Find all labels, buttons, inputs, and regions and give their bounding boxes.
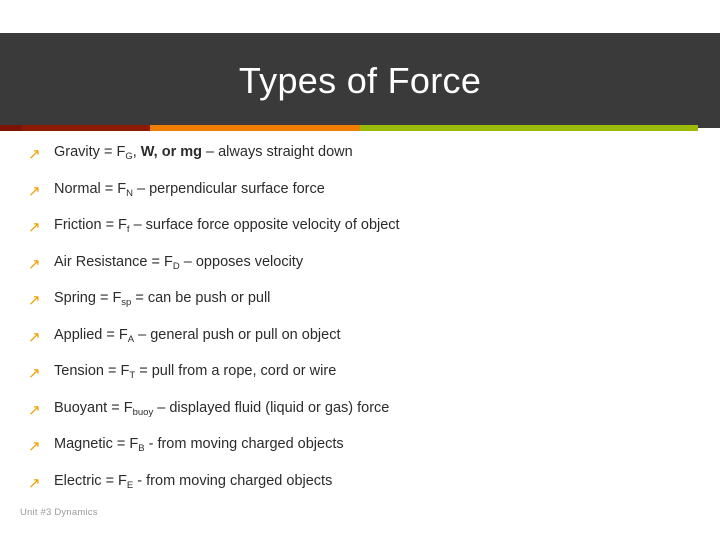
bullet-item-buoyant: ↗ Buoyant = Fbuoy – displayed fluid (liqu… — [28, 398, 692, 435]
bullet-item-label: Normal = FN – perpendicular surface forc… — [54, 180, 325, 199]
bullet-item-label: Applied = FA – general push or pull on o… — [54, 326, 341, 345]
bullet-item-spring: ↗ Spring = Fsp = can be push or pull — [28, 288, 692, 325]
bullet-item-label: Friction = Ff – surface force opposite v… — [54, 217, 400, 235]
arrow-bullet-icon: ↗ — [28, 327, 41, 346]
slide-footer: Unit #3 Dynamics — [20, 507, 98, 518]
bullet-item-label: Air Resistance = FD – opposes velocity — [54, 253, 304, 272]
bullet-item-label: Magnetic = FB - from moving charged obje… — [54, 436, 344, 454]
bullet-item-label: Gravity = FG, W, or mg – always straight… — [54, 144, 353, 162]
bullet-item-air-resistance: ↗ Air Resistance = FD – opposes velocity — [28, 252, 692, 289]
arrow-bullet-icon: ↗ — [28, 400, 41, 419]
stripe-segment-dark-red — [0, 125, 22, 131]
arrow-bullet-icon: ↗ — [28, 473, 41, 492]
bullet-item-gravity: ↗ Gravity = FG, W, or mg – always straigh… — [28, 142, 692, 179]
stripe-segment-red — [22, 125, 150, 131]
arrow-bullet-icon: ↗ — [28, 218, 41, 236]
bullet-item-label: Buoyant = Fbuoy – displayed fluid (liqui… — [54, 399, 390, 418]
accent-stripe — [0, 125, 720, 131]
bullet-list: ↗ Gravity = FG, W, or mg – always straigh… — [28, 142, 692, 507]
bullet-item-normal: ↗ Normal = FN – perpendicular surface for… — [28, 179, 692, 216]
bullet-item-label: Tension = FT = pull from a rope, cord or… — [54, 363, 337, 381]
arrow-bullet-icon: ↗ — [28, 291, 41, 309]
bullet-item-tension: ↗ Tension = FT = pull from a rope, cord o… — [28, 361, 692, 398]
bullet-item-label: Spring = Fsp = can be push or pull — [54, 290, 271, 308]
bullet-item-friction: ↗ Friction = Ff – surface force opposite … — [28, 215, 692, 252]
arrow-bullet-icon: ↗ — [28, 181, 41, 200]
bullet-item-magnetic: ↗ Magnetic = FB - from moving charged obj… — [28, 434, 692, 471]
arrow-bullet-icon: ↗ — [28, 254, 41, 273]
arrow-bullet-icon: ↗ — [28, 364, 41, 382]
bullet-item-electric: ↗ Electric = FE - from moving charged obj… — [28, 471, 692, 508]
arrow-bullet-icon: ↗ — [28, 145, 41, 163]
stripe-segment-green — [360, 125, 698, 131]
page-title: Types of Force — [238, 59, 482, 101]
slide: Types of Force ↗ Gravity = FG, W, or mg –… — [0, 0, 720, 540]
arrow-bullet-icon: ↗ — [28, 437, 41, 455]
bullet-item-label: Electric = FE - from moving charged obje… — [54, 472, 333, 491]
stripe-segment-orange — [150, 125, 360, 131]
bullet-item-applied: ↗ Applied = FA – general push or pull on … — [28, 325, 692, 362]
